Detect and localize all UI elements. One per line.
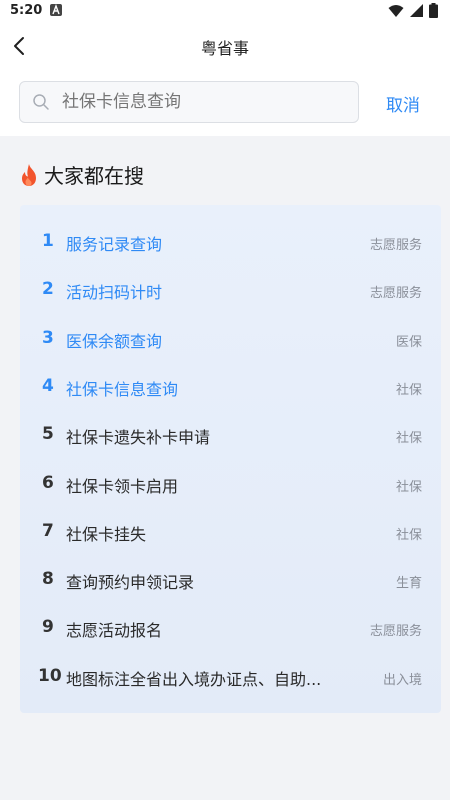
hot-search-item-category: 社保 xyxy=(395,479,422,495)
search-icon xyxy=(33,94,49,110)
a-letter-notification-icon xyxy=(50,4,62,16)
hot-search-header: 大家都在搜 xyxy=(18,160,144,189)
hot-search-item-title: 志愿活动报名 xyxy=(66,621,163,641)
hot-search-item[interactable]: 4 社保卡信息查询 社保 xyxy=(20,362,441,410)
hot-search-item-title: 服务记录查询 xyxy=(66,235,163,254)
hot-search-title: 大家都在搜 xyxy=(44,164,144,188)
hot-search-item[interactable]: 8 查询预约申领记录 生育 xyxy=(20,555,441,603)
hot-search-item-title: 地图标注全省出入境办证点、自助... xyxy=(66,669,322,689)
hot-search-item[interactable]: 10 地图标注全省出入境办证点、自助... 出入境 xyxy=(20,652,441,700)
status-time: 5:20 xyxy=(10,3,43,18)
hot-search-item-title: 医保余额查询 xyxy=(66,331,163,351)
nav-bar: 粤省事 xyxy=(0,22,450,70)
search-input[interactable] xyxy=(62,82,342,122)
fire-icon xyxy=(22,163,36,186)
hot-search-item-category: 志愿服务 xyxy=(369,286,422,302)
hot-search-item-category: 医保 xyxy=(395,334,422,350)
hot-search-item-category: 出入境 xyxy=(382,672,422,688)
hot-search-item-category: 生育 xyxy=(395,576,422,592)
wifi-icon xyxy=(388,4,404,17)
hot-search-item[interactable]: 1 服务记录查询 志愿服务 xyxy=(20,217,441,265)
hot-search-item-title: 社保卡遗失补卡申请 xyxy=(66,428,211,448)
hot-search-item-category: 社保 xyxy=(395,382,422,398)
hot-search-rank: 10 xyxy=(38,665,62,686)
battery-icon xyxy=(429,3,438,18)
hot-search-item-title: 社保卡挂失 xyxy=(66,524,147,544)
hot-search-item-category: 志愿服务 xyxy=(369,238,422,253)
hot-search-item-title: 社保卡信息查询 xyxy=(66,379,179,399)
hot-search-item[interactable]: 3 医保余额查询 医保 xyxy=(20,314,441,362)
hot-search-item[interactable]: 7 社保卡挂失 社保 xyxy=(20,507,441,555)
hot-search-item[interactable]: 5 社保卡遗失补卡申请 社保 xyxy=(20,410,441,458)
hot-search-item-title: 活动扫码计时 xyxy=(66,283,163,303)
hot-search-item[interactable]: 2 活动扫码计时 志愿服务 xyxy=(20,265,441,313)
page-title: 粤省事 xyxy=(200,39,249,58)
hot-search-item[interactable]: 6 社保卡领卡启用 社保 xyxy=(20,459,441,507)
hot-search-item-title: 查询预约申领记录 xyxy=(66,573,195,593)
hot-search-item-category: 社保 xyxy=(395,431,422,447)
status-icons xyxy=(388,3,438,18)
hot-search-item-title: 社保卡领卡启用 xyxy=(66,476,179,496)
hot-search-list: 1 服务记录查询 志愿服务 2 活动扫码计时 志愿服务 3 医保余额查询 医保 4 社保卡信息查询社… xyxy=(20,205,441,713)
search-area: 取消 xyxy=(0,70,450,136)
hot-search-item-category: 社保 xyxy=(395,527,422,543)
cancel-button[interactable]: 取消 xyxy=(386,91,420,116)
status-bar: 5:20 xyxy=(0,0,450,22)
search-box[interactable] xyxy=(19,81,359,123)
hot-search-item-category: 志愿服务 xyxy=(369,624,422,640)
cell-signal-icon xyxy=(410,3,423,17)
hot-search-item[interactable]: 9 志愿活动报名 志愿服务 xyxy=(20,603,441,651)
